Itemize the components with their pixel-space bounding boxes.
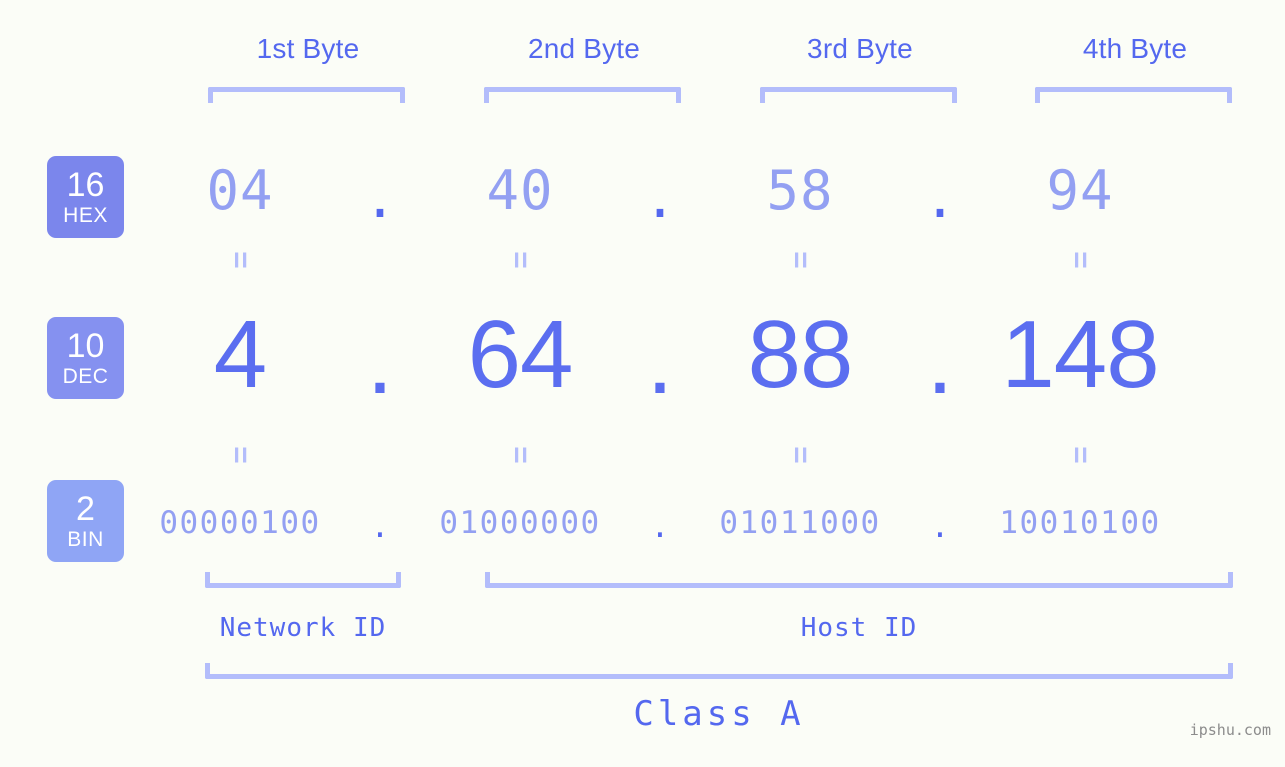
equals-glyph: = [1064, 251, 1097, 269]
byte-bracket-2 [484, 87, 681, 103]
equals-row-dec-bin: = = = = [140, 440, 1285, 470]
hex-byte-3: 58 [766, 158, 834, 222]
bin-byte-3: 01011000 [719, 505, 881, 541]
byte-bracket-3 [760, 87, 957, 103]
equals-marker-hex-dec-3: = [700, 245, 900, 275]
network-id-bracket [205, 572, 401, 588]
equals-glyph: = [784, 446, 817, 464]
equals-glyph: = [504, 446, 537, 464]
equals-row-hex-dec: = = = = [140, 245, 1285, 275]
equals-glyph: = [224, 446, 257, 464]
equals-marker-dec-bin-4: = [980, 440, 1180, 470]
bin-separator-1: . [370, 509, 390, 545]
base-badge-dec-label: DEC [62, 365, 109, 388]
dec-separator-2: . [646, 307, 674, 414]
bin-separator-3: . [930, 509, 950, 545]
hex-separator-3: . [923, 166, 957, 230]
dec-byte-3: 88 [747, 301, 854, 408]
bin-byte-4: 10010100 [999, 505, 1161, 541]
equals-glyph: = [1064, 446, 1097, 464]
bin-byte-1: 00000100 [159, 505, 321, 541]
dec-byte-4: 148 [1001, 301, 1159, 408]
watermark: ipshu.com [1189, 721, 1271, 739]
dec-separator-1: . [366, 307, 394, 414]
base-badge-hex-number: 16 [66, 166, 105, 204]
byte-header-1: 1st Byte [256, 33, 360, 64]
dec-byte-2: 64 [467, 301, 574, 408]
byte-bracket-1 [208, 87, 405, 103]
equals-glyph: = [224, 251, 257, 269]
byte-header-4: 4th Byte [1082, 33, 1188, 64]
dec-byte-1: 4 [213, 301, 267, 408]
equals-marker-hex-dec-4: = [980, 245, 1180, 275]
equals-marker-dec-bin-2: = [420, 440, 620, 470]
dec-value-row: 4 . 64 . 88 . 148 [140, 300, 1285, 414]
dec-separator-3: . [926, 307, 954, 414]
hex-byte-1: 04 [206, 158, 274, 222]
equals-marker-dec-bin-1: = [140, 440, 340, 470]
byte-bracket-4 [1035, 87, 1232, 103]
bin-byte-2: 01000000 [439, 505, 601, 541]
bin-value-row: 00000100 . 01000000 . 01011000 . 1001010… [140, 495, 1285, 551]
hex-value-row: 04 . 40 . 58 . 94 [140, 150, 1285, 230]
equals-glyph: = [784, 251, 817, 269]
equals-marker-hex-dec-2: = [420, 245, 620, 275]
host-id-bracket [485, 572, 1233, 588]
base-badge-bin-number: 2 [76, 490, 95, 528]
byte-header-2: 2nd Byte [527, 33, 641, 64]
equals-marker-dec-bin-3: = [700, 440, 900, 470]
host-id-label: Host ID [800, 613, 918, 643]
base-badge-hex-label: HEX [63, 204, 108, 227]
network-id-label: Network ID [219, 613, 387, 643]
equals-glyph: = [504, 251, 537, 269]
base-badge-dec: 10 DEC [47, 317, 124, 399]
base-badge-bin-label: BIN [67, 528, 104, 551]
equals-marker-hex-dec-1: = [140, 245, 340, 275]
base-badge-hex: 16 HEX [47, 156, 124, 238]
bin-separator-2: . [650, 509, 670, 545]
ip-breakdown-diagram: 1st Byte 2nd Byte 3rd Byte 4th Byte 16 H… [0, 0, 1285, 767]
hex-byte-4: 94 [1046, 158, 1114, 222]
hex-separator-2: . [643, 166, 677, 230]
hex-byte-2: 40 [486, 158, 554, 222]
byte-header-3: 3rd Byte [807, 33, 913, 64]
base-badge-dec-number: 10 [66, 327, 105, 365]
class-label: Class A [633, 694, 805, 734]
class-bracket [205, 663, 1233, 679]
base-badge-bin: 2 BIN [47, 480, 124, 562]
hex-separator-1: . [363, 166, 397, 230]
